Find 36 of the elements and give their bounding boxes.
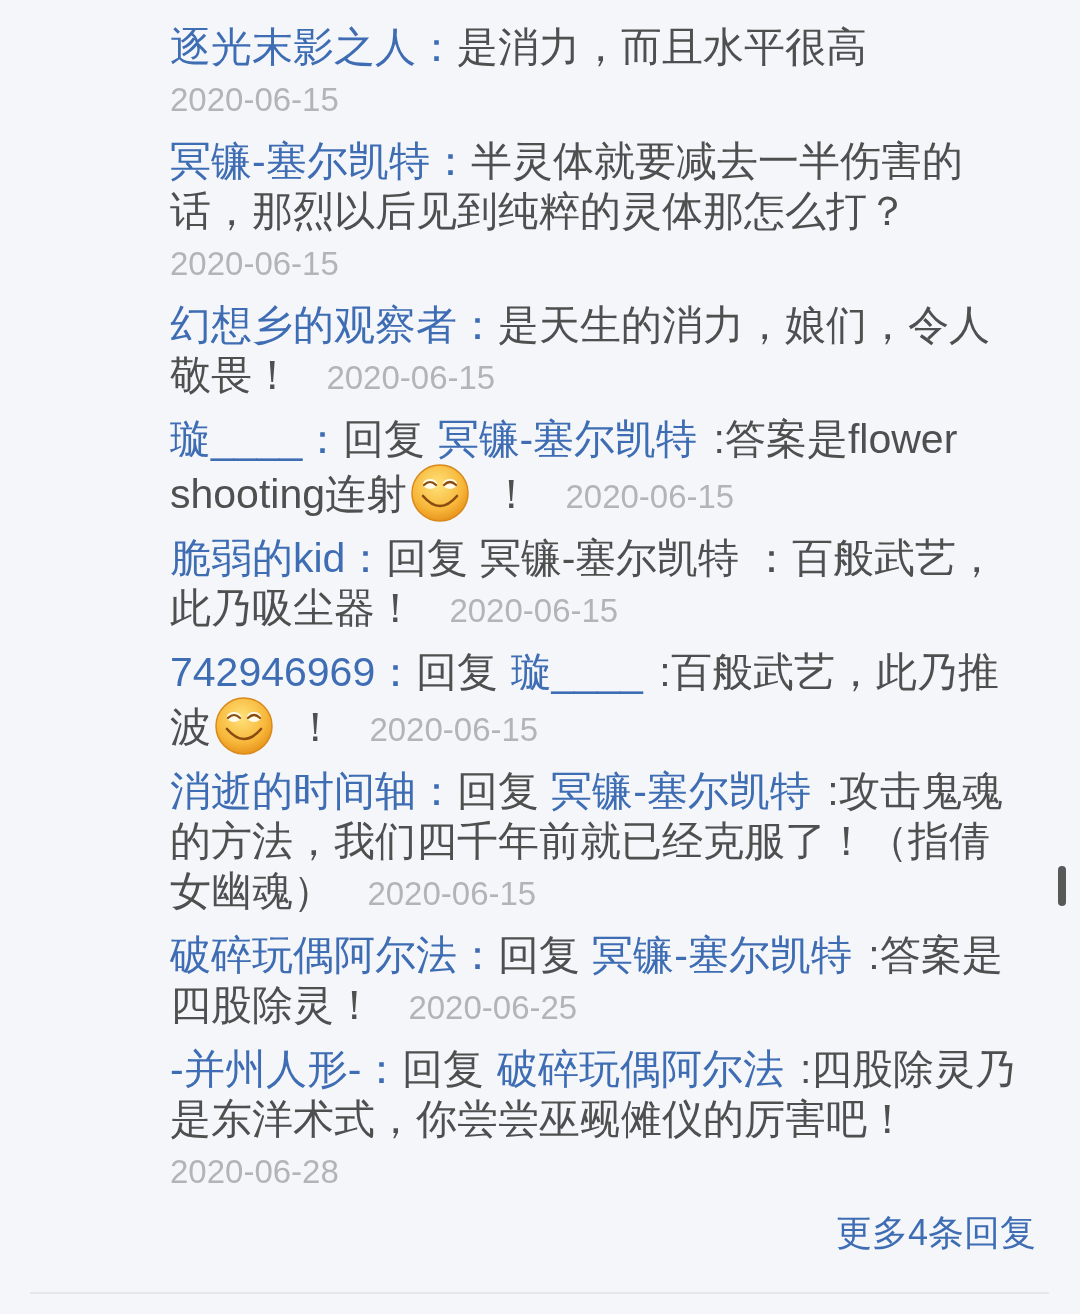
comment-date: 2020-06-15 <box>367 875 537 912</box>
comment-date: 2020-06-15 <box>326 359 496 396</box>
comment-date: 2020-06-15 <box>170 245 339 282</box>
reply-target-link[interactable]: 冥镰-塞尔凯特 <box>437 416 698 462</box>
comment-text: 破碎玩偶阿尔法：回复 冥镰-塞尔凯特 :答案是四股除灵！ 2020-06-25 <box>170 931 1004 1030</box>
comment-text: 逐光末影之人：是消力，而且水平很高 2020-06-15 <box>170 23 868 120</box>
smiley-emoji-icon <box>215 697 273 755</box>
username-link[interactable]: -并州人形-： <box>170 1046 403 1092</box>
username-link[interactable]: 幻想乡的观察者： <box>170 302 498 348</box>
more-replies-link[interactable]: 更多4条回复 <box>835 1208 1036 1258</box>
comment-date: 2020-06-15 <box>369 711 539 748</box>
reply-target-link[interactable]: 冥镰-塞尔凯特 <box>592 932 852 978</box>
username-link[interactable]: 冥镰-塞尔凯特： <box>170 138 471 184</box>
comment-date: 2020-06-15 <box>565 478 735 515</box>
comment-date: 2020-06-28 <box>170 1153 339 1190</box>
username-link[interactable]: 消逝的时间轴： <box>170 768 457 814</box>
comment-date: 2020-06-15 <box>170 81 339 118</box>
comment-date: 2020-06-25 <box>408 989 578 1026</box>
reply-target-link[interactable]: 璇____ <box>510 649 643 695</box>
comment-text: 消逝的时间轴：回复 冥镰-塞尔凯特 :攻击鬼魂的方法，我们四千年前就已经克服了！（指倩女幽魂） 2020-06-15 <box>170 767 1004 916</box>
reply-target-link[interactable]: 冥镰-塞尔凯特 <box>551 768 811 814</box>
username-link[interactable]: 逐光末影之人： <box>170 24 457 70</box>
smiley-emoji-icon <box>411 464 469 522</box>
comment-text: -并州人形-：回复 破碎玩偶阿尔法 :四股除灵乃是东洋术式，你尝尝巫觋傩仪的厉害吧！ 2020-06-28 <box>170 1045 1018 1192</box>
username-link[interactable]: 脆弱的kid： <box>170 535 387 581</box>
username-link[interactable]: 璇____： <box>170 416 344 462</box>
comment-date: 2020-06-15 <box>449 592 619 629</box>
comment-text: 璇____：回复 冥镰-塞尔凯特 :答案是flower shooting连射 ！ 2020-06-15 <box>170 414 1024 522</box>
reply-target-link[interactable]: 破碎玩偶阿尔法 <box>496 1046 784 1092</box>
scrollbar-thumb <box>1058 866 1066 906</box>
username-link[interactable]: 742946969： <box>170 649 417 695</box>
comment-text: 脆弱的kid：回复 冥镰-塞尔凯特 ：百般武艺，此乃吸尘器！ 2020-06-15 <box>170 534 998 633</box>
comment-text: 冥镰-塞尔凯特：半灵体就要减去一半伤害的话，那烈以后见到纯粹的灵体那怎么打？ 2020-06-15 <box>170 137 964 284</box>
comment-text: 742946969：回复 璇____ :百般武艺，此乃推波 ！ 2020-06-15 <box>170 647 1024 755</box>
username-link[interactable]: 破碎玩偶阿尔法： <box>170 932 498 978</box>
comment-text: 幻想乡的观察者：是天生的消力，娘们，令人敬畏！ 2020-06-15 <box>170 301 991 400</box>
